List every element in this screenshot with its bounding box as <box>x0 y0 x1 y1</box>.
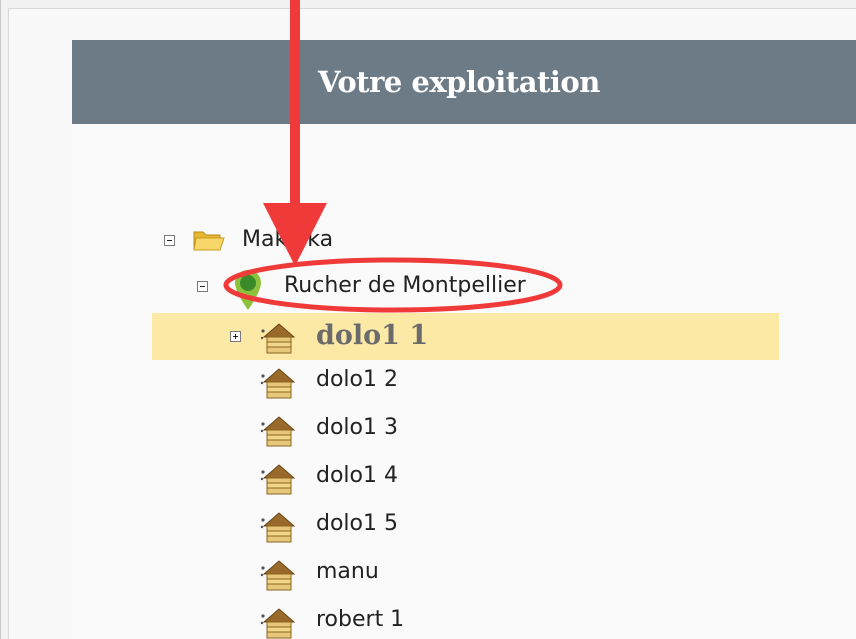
collapse-toggle-apiary[interactable] <box>197 281 208 292</box>
beehive-icon <box>259 462 299 496</box>
screen: Votre exploitation Makinka Rucher de Mon… <box>0 0 856 639</box>
tree-node-hive-label[interactable]: dolo1 3 <box>316 415 398 440</box>
tree-node-hive-label[interactable]: dolo1 5 <box>316 511 398 536</box>
beehive-icon <box>259 321 299 355</box>
tree-node-hive-label[interactable]: dolo1 2 <box>316 367 398 392</box>
expand-toggle-hive-1[interactable] <box>230 331 241 342</box>
exploitation-tree: Makinka Rucher de Montpellier dolo1 1 dol… <box>0 0 856 639</box>
map-pin-icon <box>235 270 261 310</box>
folder-open-icon <box>193 231 225 251</box>
beehive-icon <box>259 558 299 592</box>
selected-row-highlight <box>152 313 779 360</box>
beehive-icon <box>259 366 299 400</box>
beehive-icon <box>259 606 299 639</box>
tree-node-hive-label[interactable]: dolo1 1 <box>316 320 428 351</box>
tree-node-hive-label[interactable]: robert 1 <box>316 607 404 632</box>
beehive-icon <box>259 414 299 448</box>
tree-node-hive-label[interactable]: manu <box>316 559 379 584</box>
tree-node-hive-label[interactable]: dolo1 4 <box>316 463 398 488</box>
collapse-toggle-root[interactable] <box>164 235 175 246</box>
tree-node-apiary-label[interactable]: Rucher de Montpellier <box>284 273 526 298</box>
beehive-icon <box>259 510 299 544</box>
tree-node-root-label[interactable]: Makinka <box>242 227 333 252</box>
